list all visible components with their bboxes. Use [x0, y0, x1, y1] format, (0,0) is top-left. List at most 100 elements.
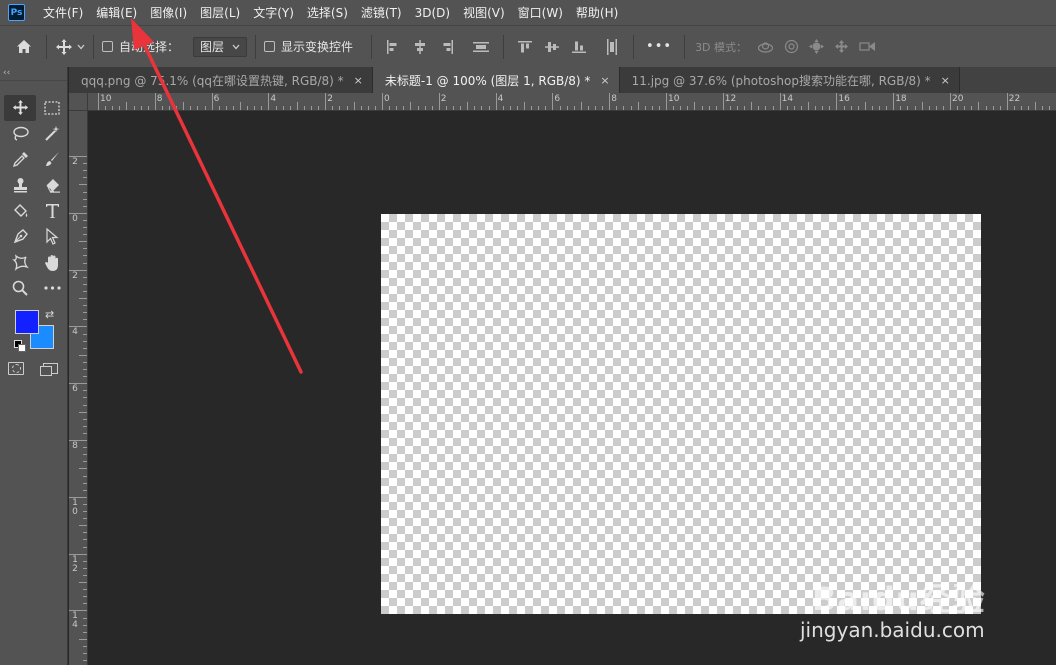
roll-3d-icon[interactable] — [784, 39, 799, 54]
ruler-minor-tick — [218, 106, 220, 110]
ruler-minor-tick — [79, 184, 87, 186]
ruler-minor-tick — [79, 638, 87, 640]
move-tool[interactable] — [4, 95, 36, 121]
divider — [633, 34, 635, 59]
align-horizontal-centers-icon[interactable] — [413, 39, 427, 54]
distribute-vertical-icon[interactable] — [605, 38, 619, 55]
tab-untitled-1[interactable]: 未标题-1 @ 100% (图层 1, RGB/8) * × — [372, 67, 620, 93]
align-top-edges-icon[interactable] — [518, 40, 533, 54]
ruler-minor-tick — [488, 106, 490, 110]
ruler-minor-tick — [83, 624, 87, 626]
paint-bucket-tool[interactable] — [4, 198, 36, 224]
orbit-3d-icon[interactable] — [757, 40, 774, 54]
ruler-minor-tick — [864, 102, 866, 110]
default-colors-icon[interactable] — [14, 340, 26, 352]
menu-filter[interactable]: 滤镜(T) — [361, 4, 402, 21]
photoshop-logo[interactable]: Ps — [8, 4, 25, 21]
brush-tool[interactable] — [36, 147, 68, 173]
menu-3d[interactable]: 3D(D) — [415, 6, 450, 20]
ruler-minor-tick — [914, 106, 916, 110]
ruler-minor-tick — [83, 589, 87, 591]
eraser-tool[interactable] — [36, 172, 68, 198]
auto-select-checkbox[interactable] — [102, 41, 113, 52]
home-icon[interactable] — [16, 34, 32, 60]
quick-mask-icon[interactable] — [8, 362, 24, 375]
ruler-minor-tick — [367, 106, 369, 110]
menu-layer[interactable]: 图层(L) — [200, 4, 240, 21]
chevron-down-icon[interactable] — [77, 34, 85, 60]
ruler-minor-tick — [83, 319, 87, 321]
hand-tool[interactable] — [36, 250, 68, 276]
ruler-minor-tick — [83, 333, 87, 335]
more-tools-button[interactable] — [36, 276, 68, 302]
magnifier-icon — [12, 281, 28, 297]
pen-tool[interactable] — [4, 224, 36, 250]
ruler-minor-tick — [999, 106, 1001, 110]
close-icon[interactable]: × — [600, 74, 609, 87]
align-left-edges-icon[interactable] — [386, 39, 400, 54]
clone-stamp-tool[interactable] — [4, 172, 36, 198]
menu-image[interactable]: 图像(I) — [150, 4, 187, 21]
ruler-minor-tick — [133, 106, 135, 110]
close-icon[interactable]: × — [941, 74, 950, 87]
ruler-minor-tick — [509, 106, 511, 110]
ruler-minor-tick — [161, 106, 163, 110]
ruler-label: 8 — [72, 441, 78, 451]
vertical-ruler[interactable]: 2 0 2 4 6 8 10 12 14 — [69, 111, 88, 665]
menu-edit[interactable]: 编辑(E) — [96, 4, 137, 21]
tab-11-jpg[interactable]: 11.jpg @ 37.6% (photoshop搜索功能在哪, RGB/8) … — [619, 67, 960, 93]
close-icon[interactable]: × — [354, 74, 363, 87]
more-options-button[interactable]: ••• — [646, 39, 672, 54]
ruler-minor-tick — [815, 106, 817, 110]
ruler-minor-tick — [531, 106, 533, 110]
align-bottom-edges-icon[interactable] — [572, 40, 587, 54]
align-right-edges-icon[interactable] — [440, 39, 454, 54]
zoom-tool[interactable] — [4, 276, 36, 302]
menu-window[interactable]: 窗口(W) — [518, 4, 563, 21]
align-vertical-centers-icon[interactable] — [545, 40, 560, 54]
menu-type[interactable]: 文字(Y) — [253, 4, 294, 21]
ruler-minor-tick — [616, 106, 618, 110]
menu-help[interactable]: 帮助(H) — [576, 4, 618, 21]
show-transform-label: 显示变换控件 — [281, 40, 354, 54]
ruler-minor-tick — [83, 404, 87, 406]
ruler-minor-tick — [524, 102, 525, 110]
horizontal-ruler[interactable]: 10 8 6 4 2 0 2 4 6 8 10 12 14 16 18 20 22 — [88, 93, 1056, 111]
custom-shape-tool[interactable] — [4, 250, 36, 276]
menu-select[interactable]: 选择(S) — [307, 4, 348, 21]
pan-3d-icon[interactable] — [809, 39, 825, 54]
path-selection-tool[interactable] — [36, 224, 68, 250]
foreground-color-swatch[interactable] — [15, 310, 39, 334]
transparent-canvas[interactable] — [381, 214, 981, 614]
menu-file[interactable]: 文件(F) — [43, 4, 83, 21]
type-tool[interactable] — [36, 198, 68, 224]
ruler-minor-tick — [396, 106, 398, 110]
ruler-minor-tick — [630, 106, 632, 110]
ruler-minor-tick — [1042, 106, 1044, 110]
distribute-horizontal-icon[interactable] — [473, 40, 490, 54]
menu-view[interactable]: 视图(V) — [463, 4, 505, 21]
panel-collapse-icon[interactable]: ‹‹ — [0, 67, 67, 81]
ruler-minor-tick — [83, 418, 87, 420]
screen-mode-icon[interactable] — [40, 363, 58, 376]
scale-3d-icon[interactable] — [859, 40, 876, 53]
ruler-minor-tick — [1035, 102, 1037, 110]
ruler-label: 8 — [611, 94, 617, 104]
ruler-minor-tick — [83, 305, 87, 307]
ruler-minor-tick — [424, 106, 426, 110]
move-tool-preset-icon[interactable] — [55, 34, 73, 60]
ruler-origin[interactable] — [69, 93, 88, 111]
ruler-minor-tick — [786, 106, 788, 110]
slide-3d-icon[interactable] — [834, 39, 849, 54]
marquee-tool[interactable] — [36, 95, 68, 121]
swap-colors-icon[interactable]: ⇄ — [45, 308, 54, 321]
eyedropper-tool[interactable] — [4, 147, 36, 173]
magic-wand-tool[interactable] — [36, 121, 68, 147]
auto-select-target-dropdown[interactable]: 图层 — [193, 36, 248, 57]
ruler-minor-tick — [481, 106, 483, 110]
lasso-tool[interactable] — [4, 121, 36, 147]
ruler-minor-tick — [83, 518, 87, 520]
show-transform-checkbox[interactable] — [264, 41, 276, 52]
tab-qqq-png[interactable]: qqq.png @ 75.1% (qq在哪设置热键, RGB/8) * × — [69, 67, 373, 93]
ruler-minor-tick — [623, 106, 625, 110]
